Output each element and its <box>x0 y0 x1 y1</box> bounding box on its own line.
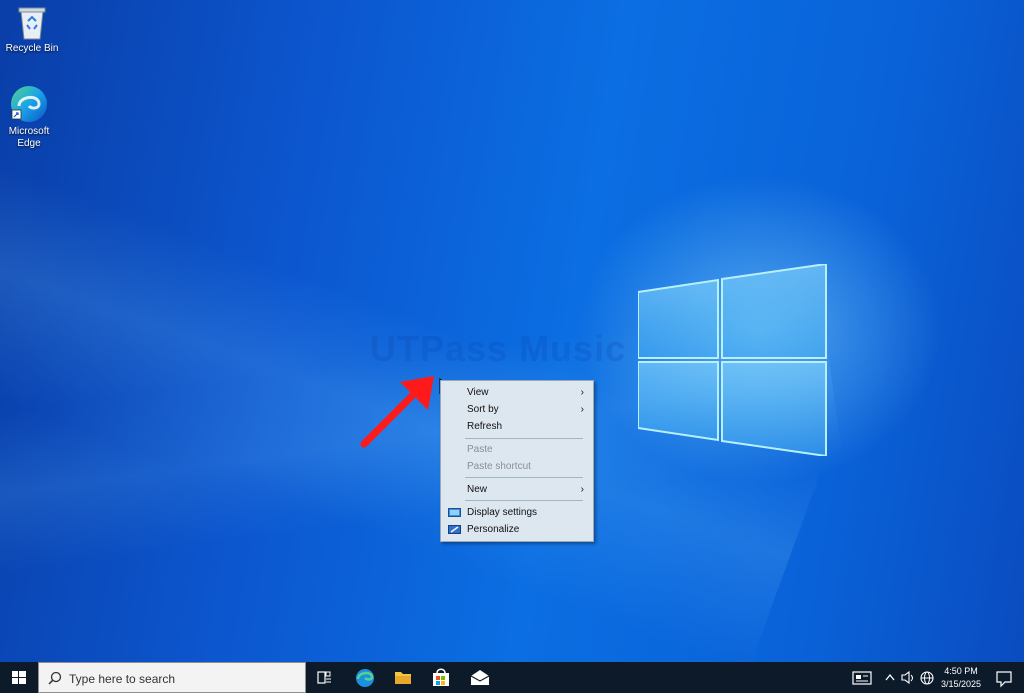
menu-item-label: Refresh <box>467 421 503 432</box>
taskbar: Type here to search 4:50 PM 3/15/2025 <box>0 662 1024 693</box>
windows-logo-wallpaper <box>638 264 827 456</box>
menu-item-view[interactable]: View › <box>441 384 593 401</box>
clock-date: 3/15/2025 <box>940 679 982 689</box>
menu-item-sort-by[interactable]: Sort by › <box>441 401 593 418</box>
menu-item-new[interactable]: New › <box>441 481 593 498</box>
desktop-icon-edge[interactable]: Microsoft Edge <box>0 84 61 150</box>
annotation-arrow <box>360 376 434 448</box>
recycle-bin-icon <box>18 7 46 40</box>
menu-item-paste-shortcut[interactable]: Paste shortcut <box>441 458 593 475</box>
context-menu: View › Sort by › Refresh Paste Paste sho… <box>440 380 594 542</box>
menu-item-label: Display settings <box>467 507 538 518</box>
news-icon[interactable] <box>850 662 874 693</box>
taskbar-search-box[interactable]: Type here to search <box>38 662 306 693</box>
chevron-right-icon: › <box>580 484 584 495</box>
menu-item-label: Paste shortcut <box>467 461 531 472</box>
mail-icon[interactable] <box>462 662 498 693</box>
menu-item-label: Sort by <box>467 404 499 415</box>
menu-separator <box>465 438 583 439</box>
menu-item-label: Personalize <box>467 524 520 535</box>
menu-item-label: Paste <box>467 444 493 455</box>
personalize-icon <box>448 525 461 534</box>
menu-item-paste[interactable]: Paste <box>441 441 593 458</box>
search-icon <box>48 671 62 685</box>
desktop-icon-label: Microsoft Edge <box>8 126 50 149</box>
clock-time: 4:50 PM <box>944 666 978 676</box>
chevron-up-icon[interactable] <box>882 662 898 693</box>
menu-item-personalize[interactable]: Personalize <box>441 521 593 538</box>
menu-item-display-settings[interactable]: Display settings <box>441 504 593 521</box>
volume-icon[interactable] <box>899 662 917 693</box>
search-placeholder: Type here to search <box>69 672 176 686</box>
file-explorer-icon[interactable] <box>385 662 421 693</box>
display-settings-icon <box>448 508 461 517</box>
edge-icon[interactable] <box>347 662 383 693</box>
desktop-icon-recycle-bin[interactable]: Recycle Bin <box>0 5 64 55</box>
menu-separator <box>465 500 583 501</box>
desktop[interactable]: Recycle Bin Microsoft Edge UTPass Music <box>0 0 1024 662</box>
edge-icon <box>11 86 47 122</box>
notifications-icon[interactable] <box>994 662 1014 693</box>
watermark: UTPass Music <box>370 328 627 369</box>
menu-item-label: New <box>467 484 488 495</box>
taskbar-clock[interactable]: 4:50 PM 3/15/2025 <box>934 665 988 691</box>
desktop-icon-label: Recycle Bin <box>5 43 59 54</box>
menu-item-label: View <box>467 387 489 398</box>
chevron-right-icon: › <box>580 387 584 398</box>
menu-item-refresh[interactable]: Refresh <box>441 418 593 435</box>
task-view-icon[interactable] <box>307 662 343 693</box>
chevron-right-icon: › <box>580 404 584 415</box>
start-button[interactable] <box>0 662 38 693</box>
store-icon[interactable] <box>423 662 459 693</box>
menu-separator <box>465 477 583 478</box>
